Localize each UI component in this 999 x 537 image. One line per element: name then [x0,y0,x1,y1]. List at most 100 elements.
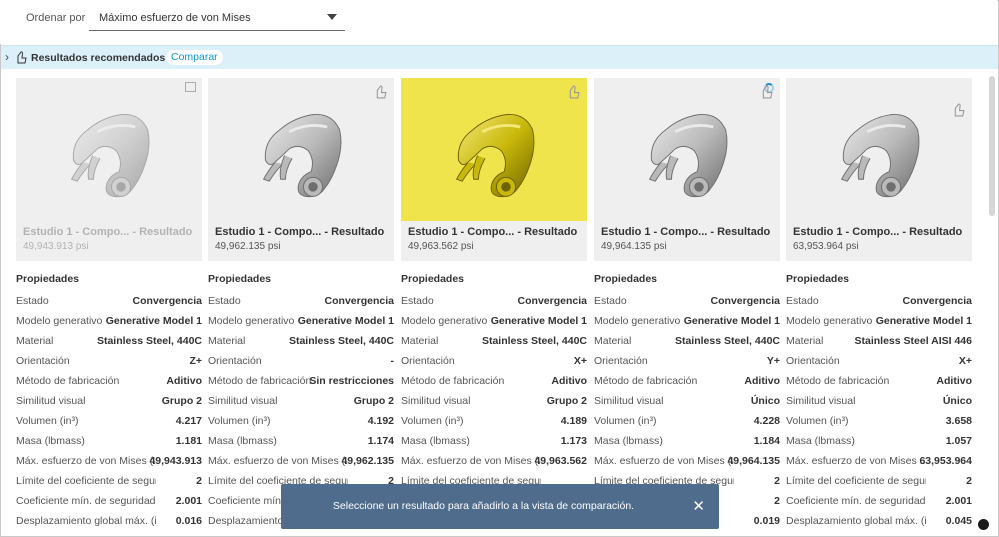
property-value: X+ [573,355,587,367]
sort-dropdown[interactable]: Máximo esfuerzo de von Mises [89,5,345,31]
result-thumbnail[interactable] [401,78,587,221]
property-value: Stainless Steel, 440C [96,335,202,347]
property-value: 2.001 [945,495,972,507]
property-value: Stainless Steel, 440C [288,335,394,347]
result-caption[interactable]: Estudio 1 - Compo... - Resultado 10 49,96… [208,221,394,261]
result-caption[interactable]: Estudio 1 - Compo... - Resultado 6 49,964… [594,221,780,261]
close-icon[interactable]: ✕ [692,497,705,515]
part-model-image [455,113,535,198]
property-key: Material [16,335,54,347]
compare-button[interactable]: Comparar [166,50,223,65]
property-row: Material Stainless Steel, 440C [594,335,780,349]
result-caption[interactable]: Estudio 1 - Compo... - Resultado 2 63,953… [786,221,972,261]
property-row: Masa (lbmass) 1.174 [208,435,394,449]
property-row: Orientación X+ [786,355,972,369]
property-row: Volumen (in³) 4.192 [208,415,394,429]
property-value: 1.174 [367,435,394,447]
property-value: 49,964.135 [727,455,780,467]
property-row: Método de fabricación Aditivo [594,375,780,389]
result-thumbnail[interactable] [16,78,202,221]
property-value: 2 [196,475,202,487]
property-value: 1.057 [945,435,972,447]
result-thumbnail[interactable] [208,78,394,221]
result-title: Estudio 1 - Compo... - Resultado 9 [23,226,195,238]
property-value: 2.001 [175,495,202,507]
property-key: Orientación [16,355,70,367]
toast-notification: Seleccione un resultado para añadirlo a … [281,484,719,529]
scrollbar-thumb[interactable] [989,76,995,216]
property-key: Modelo generativo [208,315,295,327]
vertical-scrollbar[interactable] [988,70,996,530]
result-caption[interactable]: Estudio 1 - Compo... - Resultado 9 49,943… [16,221,202,261]
property-key: Volumen (in³) [786,415,849,427]
property-key: Masa (lbmass) [16,435,85,447]
result-thumbnail[interactable] [786,78,972,221]
property-value: Generative Model 1 [105,315,202,327]
property-row: Volumen (in³) 4.228 [594,415,780,429]
property-value: 0.019 [753,515,780,527]
property-row: Orientación Y+ [594,355,780,369]
part-model-image [262,113,342,198]
property-row: Similitud visual Único [594,395,780,409]
result-caption[interactable]: Estudio 1 - Compo... - Resultado 5 49,963… [401,221,587,261]
property-key: Masa (lbmass) [401,435,470,447]
property-key: Estado [208,295,241,307]
property-row: Similitud visual Grupo 2 [16,395,202,409]
property-value: Único [942,395,972,407]
property-key: Método de fabricación [401,375,505,387]
property-row: Modelo generativo Generative Model 1 [594,315,780,329]
chevron-right-icon[interactable]: › [5,50,9,64]
property-value: 1.173 [560,435,587,447]
property-key: Masa (lbmass) [208,435,277,447]
thumbs-up-icon[interactable] [566,84,581,99]
property-row: Orientación - [208,355,394,369]
property-row: Desplazamiento global máx. (in) 0.045 [786,515,972,529]
property-key: Método de fabricación [16,375,120,387]
thumbs-up-icon [17,51,27,64]
part-model-image [648,113,728,198]
property-value: Generative Model 1 [683,315,780,327]
thumbs-up-icon[interactable] [951,102,966,117]
property-key: Material [401,335,439,347]
property-value: Grupo 2 [353,395,394,407]
property-value: Stainless Steel, 440C [481,335,587,347]
property-row: Máx. esfuerzo de von Mises (... 49,964.13… [594,455,780,469]
property-row: Material Stainless Steel AISI 446 [786,335,972,349]
property-row: Límite del coeficiente de seguridad 2 [786,475,972,489]
property-value: Convergencia [132,295,202,307]
recommended-label: Resultados recomendados [31,52,166,64]
thumbs-up-icon[interactable] [759,84,774,99]
property-key: Volumen (in³) [401,415,464,427]
property-value: 49,943.913 [149,455,202,467]
property-key: Máx. esfuerzo de von Mises ... [786,455,926,467]
result-stress: 49,962.135 psi [215,241,281,252]
thumbs-up-icon[interactable] [373,84,388,99]
property-key: Similitud visual [594,395,664,407]
properties-heading: Propiedades [786,273,850,285]
expand-icon[interactable] [185,82,196,92]
part-model-image [70,113,150,198]
property-row: Modelo generativo Generative Model 1 [401,315,587,329]
property-key: Masa (lbmass) [786,435,855,447]
property-value: Aditivo [166,375,202,387]
property-value: 2 [774,495,780,507]
result-thumbnail[interactable] [594,78,780,221]
property-row: Masa (lbmass) 1.184 [594,435,780,449]
property-row: Material Stainless Steel, 440C [401,335,587,349]
result-title: Estudio 1 - Compo... - Resultado 2 [793,226,965,238]
property-value: Y+ [766,355,780,367]
property-value: Sin restricciones [309,375,394,387]
property-value: 1.181 [175,435,202,447]
property-row: Estado Convergencia [594,295,780,309]
property-value: 4.217 [175,415,202,427]
result-stress: 49,943.913 psi [23,241,89,252]
property-row: Material Stainless Steel, 440C [16,335,202,349]
properties-heading: Propiedades [208,273,272,285]
property-row: Método de fabricación Aditivo [401,375,587,389]
property-key: Estado [401,295,434,307]
property-key: Orientación [401,355,455,367]
property-key: Material [594,335,632,347]
property-value: 49,963.562 [534,455,587,467]
property-value: Grupo 2 [546,395,587,407]
property-key: Coeficiente mín. de seguridad [786,495,926,507]
